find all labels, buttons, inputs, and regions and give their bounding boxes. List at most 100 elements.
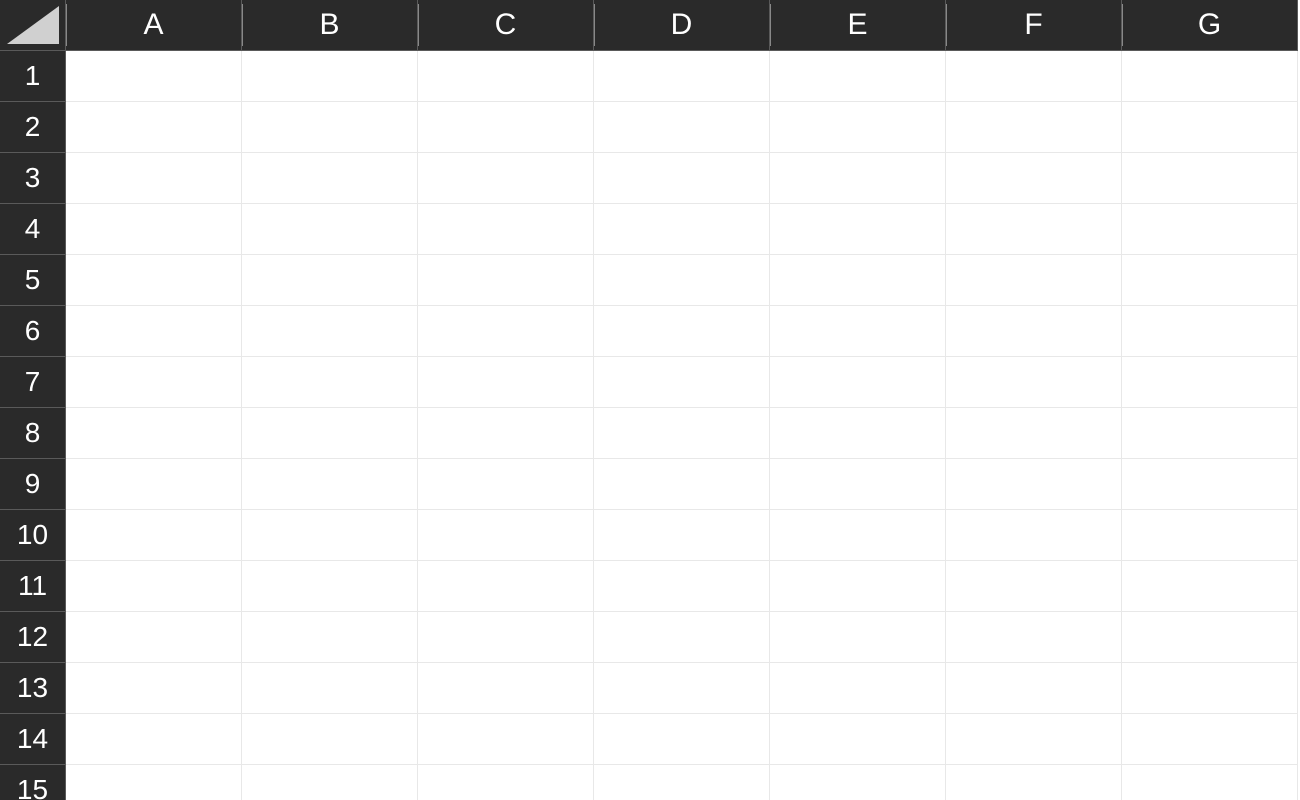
cell-B14[interactable] [242,714,418,765]
cell-F4[interactable] [946,204,1122,255]
cell-F7[interactable] [946,357,1122,408]
row-header-15[interactable]: 15 [0,765,66,800]
cell-A15[interactable] [66,765,242,800]
cell-C10[interactable] [418,510,594,561]
cell-A10[interactable] [66,510,242,561]
cell-F6[interactable] [946,306,1122,357]
cell-B10[interactable] [242,510,418,561]
cell-B3[interactable] [242,153,418,204]
cell-G12[interactable] [1122,612,1298,663]
column-header-F[interactable]: F [946,0,1122,51]
row-header-10[interactable]: 10 [0,510,66,561]
cell-A12[interactable] [66,612,242,663]
column-header-D[interactable]: D [594,0,770,51]
cell-C2[interactable] [418,102,594,153]
cell-B4[interactable] [242,204,418,255]
cell-F13[interactable] [946,663,1122,714]
cell-E6[interactable] [770,306,946,357]
cell-E14[interactable] [770,714,946,765]
cell-G7[interactable] [1122,357,1298,408]
cell-A2[interactable] [66,102,242,153]
cell-A6[interactable] [66,306,242,357]
cell-D2[interactable] [594,102,770,153]
cell-C7[interactable] [418,357,594,408]
cell-E10[interactable] [770,510,946,561]
cell-A8[interactable] [66,408,242,459]
cell-D14[interactable] [594,714,770,765]
cell-D5[interactable] [594,255,770,306]
cell-F15[interactable] [946,765,1122,800]
row-header-4[interactable]: 4 [0,204,66,255]
cell-G13[interactable] [1122,663,1298,714]
cell-D10[interactable] [594,510,770,561]
cell-G2[interactable] [1122,102,1298,153]
cell-E9[interactable] [770,459,946,510]
cell-C1[interactable] [418,51,594,102]
row-header-7[interactable]: 7 [0,357,66,408]
row-header-14[interactable]: 14 [0,714,66,765]
cell-C13[interactable] [418,663,594,714]
cell-F2[interactable] [946,102,1122,153]
cell-A13[interactable] [66,663,242,714]
cell-E3[interactable] [770,153,946,204]
cell-F12[interactable] [946,612,1122,663]
cell-G11[interactable] [1122,561,1298,612]
row-header-11[interactable]: 11 [0,561,66,612]
cell-D4[interactable] [594,204,770,255]
cell-G1[interactable] [1122,51,1298,102]
cell-F10[interactable] [946,510,1122,561]
cell-F8[interactable] [946,408,1122,459]
cell-F5[interactable] [946,255,1122,306]
cell-F1[interactable] [946,51,1122,102]
cell-D11[interactable] [594,561,770,612]
cell-G6[interactable] [1122,306,1298,357]
cell-G3[interactable] [1122,153,1298,204]
cell-F3[interactable] [946,153,1122,204]
cell-D6[interactable] [594,306,770,357]
cell-D12[interactable] [594,612,770,663]
cell-G4[interactable] [1122,204,1298,255]
cell-D9[interactable] [594,459,770,510]
cell-E1[interactable] [770,51,946,102]
cell-A5[interactable] [66,255,242,306]
cell-A4[interactable] [66,204,242,255]
cell-B2[interactable] [242,102,418,153]
cell-B9[interactable] [242,459,418,510]
cell-A14[interactable] [66,714,242,765]
cell-D1[interactable] [594,51,770,102]
row-header-8[interactable]: 8 [0,408,66,459]
cell-C6[interactable] [418,306,594,357]
cell-F11[interactable] [946,561,1122,612]
cell-D15[interactable] [594,765,770,800]
cell-E12[interactable] [770,612,946,663]
cell-E5[interactable] [770,255,946,306]
cell-D8[interactable] [594,408,770,459]
cell-A11[interactable] [66,561,242,612]
cell-A3[interactable] [66,153,242,204]
cell-B6[interactable] [242,306,418,357]
row-header-1[interactable]: 1 [0,51,66,102]
cell-E7[interactable] [770,357,946,408]
cell-F9[interactable] [946,459,1122,510]
row-header-5[interactable]: 5 [0,255,66,306]
cell-A1[interactable] [66,51,242,102]
cell-A9[interactable] [66,459,242,510]
cell-E15[interactable] [770,765,946,800]
cell-B5[interactable] [242,255,418,306]
cell-C5[interactable] [418,255,594,306]
cell-G10[interactable] [1122,510,1298,561]
cell-G9[interactable] [1122,459,1298,510]
cell-C14[interactable] [418,714,594,765]
row-header-9[interactable]: 9 [0,459,66,510]
cell-D7[interactable] [594,357,770,408]
column-header-A[interactable]: A [66,0,242,51]
column-header-E[interactable]: E [770,0,946,51]
cell-C15[interactable] [418,765,594,800]
cell-B8[interactable] [242,408,418,459]
cell-B11[interactable] [242,561,418,612]
cell-D13[interactable] [594,663,770,714]
row-header-3[interactable]: 3 [0,153,66,204]
cell-B15[interactable] [242,765,418,800]
cell-C3[interactable] [418,153,594,204]
select-all-corner[interactable] [0,0,66,51]
